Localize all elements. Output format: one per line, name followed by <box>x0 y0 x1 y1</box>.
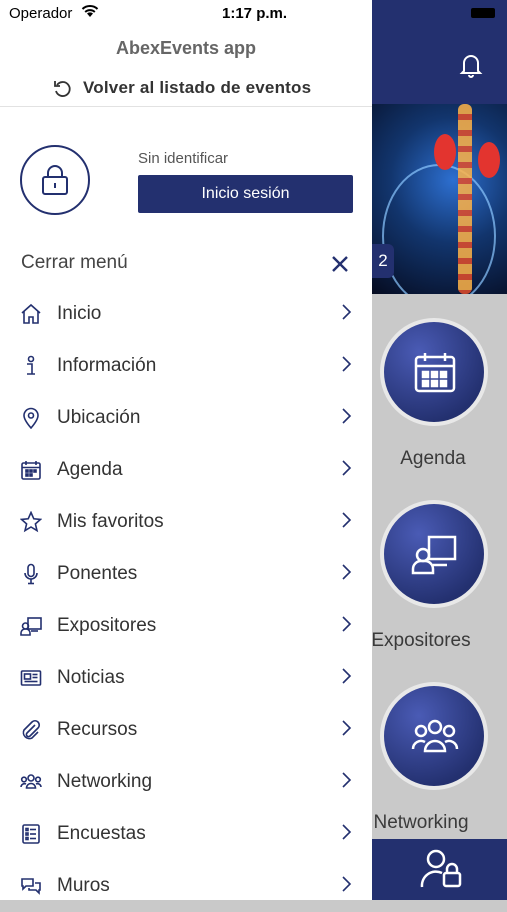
calendar-icon <box>21 461 41 480</box>
info-icon <box>27 355 35 375</box>
app-title: AbexEvents app <box>115 38 257 58</box>
user-lock-icon[interactable] <box>420 849 464 889</box>
chat-icon <box>21 878 41 895</box>
menu-item-label: Mis favoritos <box>57 511 164 532</box>
chevron-right-icon <box>342 772 352 788</box>
paperclip-icon <box>22 719 41 740</box>
presenter-icon <box>411 535 457 575</box>
battery-icon <box>471 8 495 18</box>
group-icon <box>20 774 42 789</box>
menu-item-label: Recursos <box>57 719 138 740</box>
chevron-right-icon <box>342 876 352 892</box>
home-icon <box>21 303 41 324</box>
menu-item-encuestas[interactable]: Encuestas <box>0 808 372 860</box>
banner-page-indicator: 2 <box>372 244 394 278</box>
location-pin-icon <box>23 407 39 429</box>
back-to-events-button[interactable]: Volver al listado de eventos <box>52 77 311 99</box>
chevron-right-icon <box>342 408 352 424</box>
menu-item-label: Noticias <box>57 667 125 688</box>
calendar-icon <box>414 353 456 393</box>
close-menu-label: Cerrar menú <box>21 252 128 273</box>
presenter-icon <box>20 617 42 636</box>
menu-item-recursos[interactable]: Recursos <box>0 704 372 756</box>
menu-item-networking[interactable]: Networking <box>0 756 372 808</box>
chevron-right-icon <box>342 616 352 632</box>
chevron-right-icon <box>342 720 352 736</box>
menu-item-ponentes[interactable]: Ponentes <box>0 548 372 600</box>
avatar <box>20 145 90 215</box>
background-app: 2 Agenda Expositores Networking <box>371 0 507 900</box>
menu-item-label: Muros <box>57 875 110 896</box>
status-time: 1:17 p.m. <box>222 5 288 22</box>
tile-expositores-label: Expositores <box>371 630 471 651</box>
menu-item-label: Información <box>57 355 157 376</box>
menu-item-informacion[interactable]: Información <box>0 340 372 392</box>
menu-item-muros[interactable]: Muros <box>0 860 372 912</box>
newspaper-icon <box>20 670 42 686</box>
bottom-bar <box>372 839 507 900</box>
status-bar: Operador 1:17 p.m. <box>0 0 372 28</box>
menu-item-label: Encuestas <box>57 823 146 844</box>
divider <box>0 106 372 107</box>
back-to-events-label: Volver al listado de eventos <box>83 78 312 97</box>
user-status: Sin identificar <box>138 150 229 167</box>
carrier-label: Operador <box>9 5 73 22</box>
menu-item-label: Inicio <box>57 303 102 324</box>
menu-item-label: Ponentes <box>57 563 138 584</box>
background-header <box>372 0 507 104</box>
menu-item-noticias[interactable]: Noticias <box>0 652 372 704</box>
group-icon <box>411 719 459 753</box>
login-button[interactable]: Inicio sesión <box>138 175 353 213</box>
menu-item-label: Networking <box>57 771 153 792</box>
undo-icon <box>54 81 71 97</box>
menu-item-favoritos[interactable]: Mis favoritos <box>0 496 372 548</box>
tile-agenda-label: Agenda <box>400 448 466 469</box>
menu-item-expositores[interactable]: Expositores <box>0 600 372 652</box>
bell-icon[interactable] <box>456 50 486 80</box>
close-menu-row[interactable]: Cerrar menú <box>21 250 351 276</box>
tile-networking-label: Networking <box>373 812 469 833</box>
chevron-right-icon <box>342 304 352 320</box>
menu-item-ubicacion[interactable]: Ubicación <box>0 392 372 444</box>
wifi-icon <box>81 5 99 17</box>
microphone-icon <box>24 563 38 585</box>
menu-item-label: Agenda <box>57 459 123 480</box>
chevron-right-icon <box>342 356 352 372</box>
close-icon[interactable] <box>332 256 348 272</box>
lock-icon <box>42 165 68 195</box>
chevron-right-icon <box>342 512 352 528</box>
menu-item-inicio[interactable]: Inicio <box>0 288 372 340</box>
menu-item-agenda[interactable]: Agenda <box>0 444 372 496</box>
menu-item-label: Expositores <box>57 615 157 636</box>
chevron-right-icon <box>342 460 352 476</box>
menu-item-label: Ubicación <box>57 407 141 428</box>
survey-icon <box>22 824 40 844</box>
side-menu-drawer: Operador 1:17 p.m. AbexEvents app Volver… <box>0 0 372 900</box>
star-icon <box>20 511 42 533</box>
chevron-right-icon <box>342 668 352 684</box>
chevron-right-icon <box>342 564 352 580</box>
chevron-right-icon <box>342 824 352 840</box>
